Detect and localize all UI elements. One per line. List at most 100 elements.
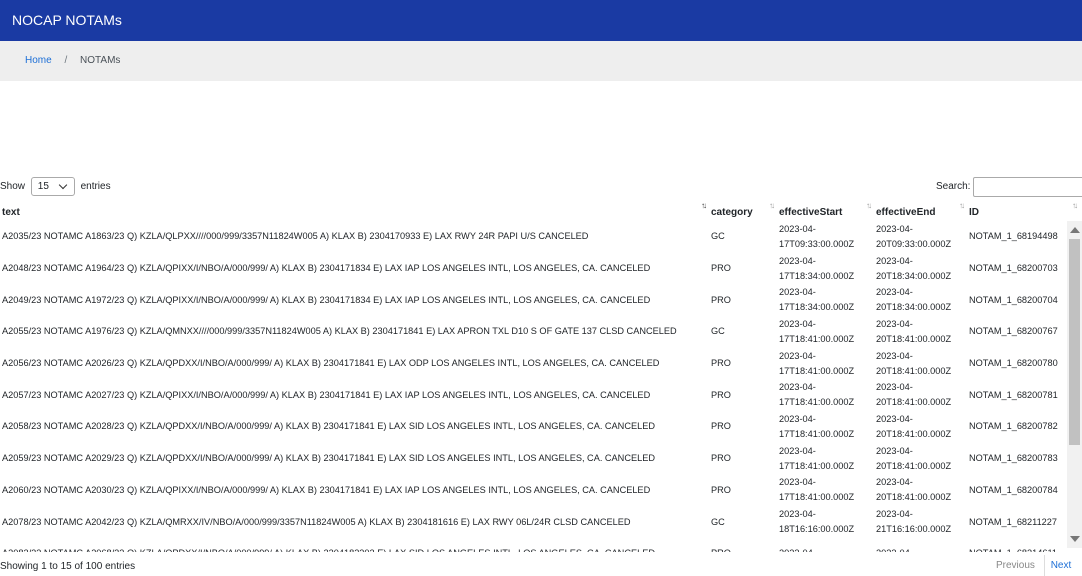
cell-id: NOTAM_1_68194498 bbox=[969, 231, 1058, 242]
table-info: Showing 1 to 15 of 100 entries bbox=[0, 561, 136, 572]
date-line: 2023-04- bbox=[779, 445, 816, 456]
column-header-text[interactable]: text ↑↓ bbox=[0, 199, 709, 221]
cell-effective-end: 2023-04- 20T18:41:00.000Z bbox=[874, 316, 967, 348]
entries-select[interactable]: 15 bbox=[30, 177, 75, 196]
cell-text: A2083/23 NOTAMC A2068/23 Q) KZLA/QPDXX/I… bbox=[0, 538, 709, 552]
cell-category: PRO bbox=[711, 358, 731, 369]
cell-text: A2060/23 NOTAMC A2030/23 Q) KZLA/QPIXX/I… bbox=[2, 484, 651, 495]
cell-category: PRO bbox=[711, 389, 731, 400]
cell-category: GC bbox=[711, 516, 725, 527]
time-line: 20T18:41:00.000Z bbox=[876, 428, 952, 439]
date-line: 2023-04- bbox=[779, 413, 816, 424]
time-line: 20T18:41:00.000Z bbox=[876, 333, 952, 344]
entries-label: entries bbox=[80, 181, 111, 193]
date-line: 2023-04- bbox=[876, 546, 965, 552]
column-header-id[interactable]: ID ↑↓ bbox=[967, 199, 1080, 221]
entries-length-control: Show 15 entries bbox=[0, 177, 111, 197]
date-line: 2023-04- bbox=[779, 318, 816, 329]
cell-effective-start: 2023-04- 18T16:16:00.000Z bbox=[777, 506, 874, 538]
cell-effective-end: 2023-04- 20T18:34:00.000Z bbox=[874, 253, 967, 285]
search-label: Search: bbox=[936, 181, 971, 192]
cell-effective-end: 2023-04- 21T16:16:00.000Z bbox=[874, 506, 967, 538]
table-row[interactable]: A2055/23 NOTAMC A1976/23 Q) KZLA/QMNXX//… bbox=[0, 316, 1080, 348]
cell-effective-end: 2023-04- 20T18:34:00.000Z bbox=[874, 284, 967, 316]
column-header-label: ID bbox=[969, 207, 979, 218]
date-line: 2023-04- bbox=[779, 546, 872, 552]
table-row[interactable]: A2078/23 NOTAMC A2042/23 Q) KZLA/QMRXX/I… bbox=[0, 506, 1080, 538]
table-row[interactable]: A2058/23 NOTAMC A2028/23 Q) KZLA/QPDXX/I… bbox=[0, 411, 1080, 443]
entries-select-value: 15 bbox=[37, 181, 49, 192]
cell-effective-start: 2023-04- 17T09:33:00.000Z bbox=[777, 221, 874, 253]
table-scrollbar[interactable] bbox=[1067, 221, 1082, 548]
cell-category: PRO bbox=[711, 453, 731, 464]
time-line: 17T18:41:00.000Z bbox=[779, 460, 855, 471]
cell-text: A2055/23 NOTAMC A1976/23 Q) KZLA/QMNXX//… bbox=[2, 326, 677, 337]
time-line: 20T18:41:00.000Z bbox=[876, 397, 952, 408]
breadcrumb-home-link[interactable]: Home bbox=[25, 55, 52, 66]
time-line: 20T18:34:00.000Z bbox=[876, 302, 952, 313]
cell-text: A2049/23 NOTAMC A1972/23 Q) KZLA/QPIXX/I… bbox=[2, 294, 651, 305]
pagination: Previous Next bbox=[990, 555, 1077, 576]
cell-text: A2048/23 NOTAMC A1964/23 Q) KZLA/QPIXX/I… bbox=[2, 263, 651, 274]
time-line: 20T09:33:00.000Z bbox=[876, 238, 952, 249]
time-line: 17T18:41:00.000Z bbox=[779, 428, 855, 439]
cell-effective-start: 2023-04- 17T18:34:00.000Z bbox=[777, 284, 874, 316]
time-line: 18T16:16:00.000Z bbox=[779, 524, 855, 535]
table-row[interactable]: A2060/23 NOTAMC A2030/23 Q) KZLA/QPIXX/I… bbox=[0, 475, 1080, 507]
cell-category: PRO bbox=[711, 294, 731, 305]
column-header-effective-start[interactable]: effectiveStart ↑↓ bbox=[777, 199, 874, 221]
table-row[interactable]: A2048/23 NOTAMC A1964/23 Q) KZLA/QPIXX/I… bbox=[0, 253, 1080, 285]
table-header-row: text ↑↓ category ↑↓ effectiveStart ↑↓ effec… bbox=[0, 199, 1080, 221]
cell-id: NOTAM_1_68200704 bbox=[969, 294, 1058, 305]
date-line: 2023-04- bbox=[779, 223, 816, 234]
time-line: 21T16:16:00.000Z bbox=[876, 524, 952, 535]
cell-id: NOTAM_1_68214611 bbox=[967, 538, 1080, 552]
navbar-brand[interactable]: NOCAP NOTAMs bbox=[12, 12, 122, 28]
search-input[interactable] bbox=[973, 177, 1082, 197]
cell-effective-start: 2023-04- 17T18:41:00.000Z bbox=[777, 316, 874, 348]
previous-page-button[interactable]: Previous bbox=[990, 555, 1041, 576]
scroll-down-icon[interactable] bbox=[1070, 536, 1080, 542]
date-line: 2023-04- bbox=[779, 350, 816, 361]
cell-effective-end: 2023-04- 20T18:41:00.000Z bbox=[874, 348, 967, 380]
cell-effective-end: 2023-04- 20T18:41:00.000Z bbox=[874, 411, 967, 443]
cell-text: A2056/23 NOTAMC A2026/23 Q) KZLA/QPDXX/I… bbox=[2, 358, 660, 369]
column-header-effective-end[interactable]: effectiveEnd ↑↓ bbox=[874, 199, 967, 221]
column-header-label: text bbox=[2, 207, 20, 218]
next-page-button[interactable]: Next bbox=[1043, 555, 1078, 576]
date-line: 2023-04- bbox=[779, 477, 816, 488]
table-row[interactable]: A2083/23 NOTAMC A2068/23 Q) KZLA/QPDXX/I… bbox=[0, 538, 1080, 552]
cell-id: NOTAM_1_68200782 bbox=[969, 421, 1058, 432]
table-row[interactable]: A2059/23 NOTAMC A2029/23 Q) KZLA/QPDXX/I… bbox=[0, 443, 1080, 475]
cell-id: NOTAM_1_68200703 bbox=[969, 263, 1058, 274]
table-row[interactable]: A2057/23 NOTAMC A2027/23 Q) KZLA/QPIXX/I… bbox=[0, 379, 1080, 411]
cell-effective-end: 2023-04- 20T09:33:00.000Z bbox=[874, 221, 967, 253]
date-line: 2023-04- bbox=[876, 413, 913, 424]
cell-effective-end: 2023-04- bbox=[874, 538, 967, 552]
sort-icon: ↑↓ bbox=[866, 201, 872, 210]
date-line: 2023-04- bbox=[779, 287, 816, 298]
column-header-label: effectiveEnd bbox=[876, 207, 936, 218]
table-row[interactable]: A2056/23 NOTAMC A2026/23 Q) KZLA/QPDXX/I… bbox=[0, 348, 1080, 380]
cell-effective-end: 2023-04- 20T18:41:00.000Z bbox=[874, 475, 967, 507]
time-line: 17T18:34:00.000Z bbox=[779, 302, 855, 313]
cell-effective-start: 2023-04- 17T18:41:00.000Z bbox=[777, 443, 874, 475]
sort-icon: ↑↓ bbox=[701, 201, 707, 210]
cell-effective-start: 2023-04- 17T18:41:00.000Z bbox=[777, 475, 874, 507]
scrollbar-thumb[interactable] bbox=[1069, 239, 1080, 445]
scroll-up-icon[interactable] bbox=[1070, 227, 1080, 233]
notam-table-container: text ↑↓ category ↑↓ effectiveStart ↑↓ effec… bbox=[0, 199, 1082, 552]
time-line: 17T18:34:00.000Z bbox=[779, 270, 855, 281]
column-header-category[interactable]: category ↑↓ bbox=[709, 199, 777, 221]
cell-text: A2057/23 NOTAMC A2027/23 Q) KZLA/QPIXX/I… bbox=[2, 389, 651, 400]
cell-effective-start: 2023-04- 17T18:34:00.000Z bbox=[777, 253, 874, 285]
cell-id: NOTAM_1_68200767 bbox=[969, 326, 1058, 337]
table-row[interactable]: A2035/23 NOTAMC A1863/23 Q) KZLA/QLPXX//… bbox=[0, 221, 1080, 253]
table-row[interactable]: A2049/23 NOTAMC A1972/23 Q) KZLA/QPIXX/I… bbox=[0, 284, 1080, 316]
time-line: 20T18:34:00.000Z bbox=[876, 270, 952, 281]
cell-text: A2059/23 NOTAMC A2029/23 Q) KZLA/QPDXX/I… bbox=[2, 453, 655, 464]
time-line: 20T18:41:00.000Z bbox=[876, 492, 952, 503]
cell-category: GC bbox=[711, 326, 725, 337]
breadcrumb-separator: / bbox=[64, 55, 68, 66]
time-line: 17T18:41:00.000Z bbox=[779, 365, 855, 376]
